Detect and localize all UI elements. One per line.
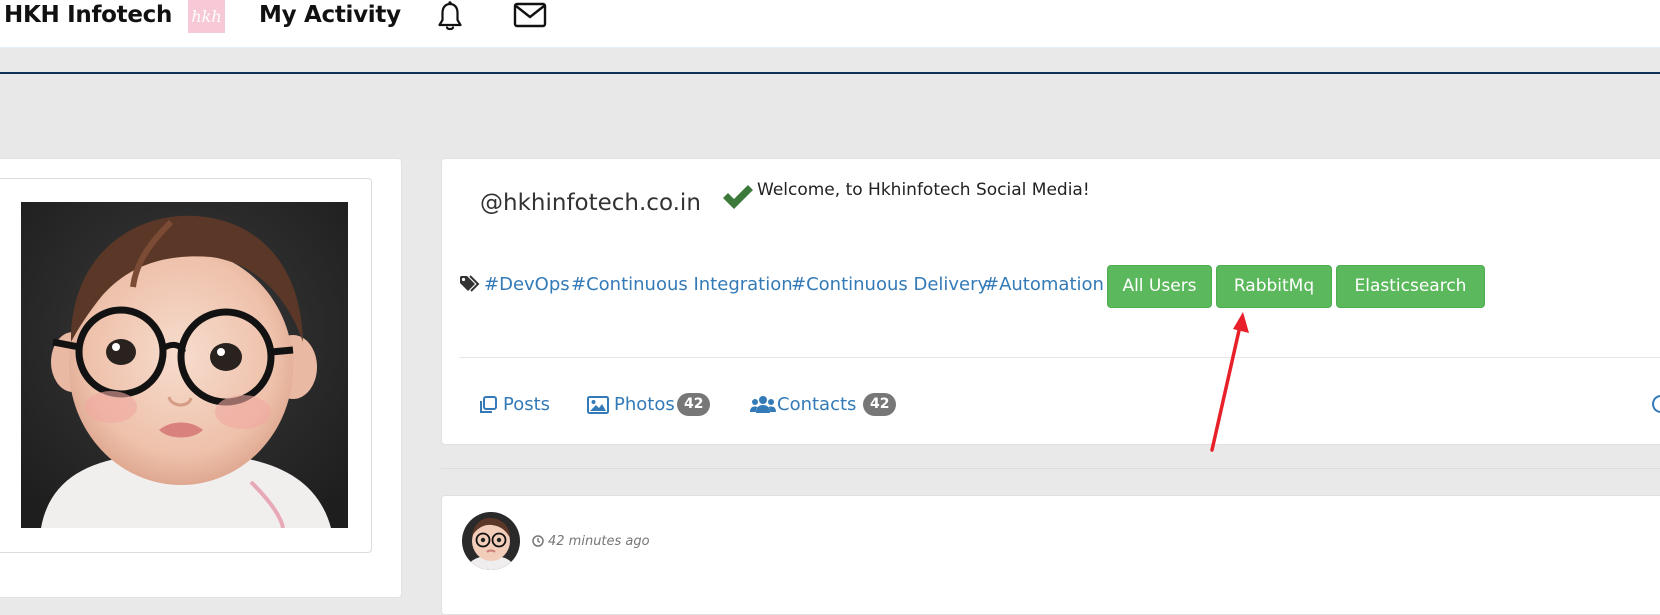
partial-edge-icon[interactable]	[1651, 394, 1660, 419]
tag-devops[interactable]: #DevOps	[484, 273, 570, 297]
post-card	[441, 495, 1660, 615]
envelope-icon[interactable]	[513, 1, 547, 34]
contacts-count-badge: 42	[863, 393, 897, 416]
top-navbar	[0, 0, 1660, 48]
tag-continuous-delivery[interactable]: #Continuous Delivery	[791, 273, 988, 297]
tab-posts[interactable]: Posts	[478, 393, 558, 421]
tab-photos[interactable]: Photos 42	[587, 393, 717, 421]
users-icon	[750, 396, 776, 413]
rabbitmq-button[interactable]: RabbitMq	[1216, 265, 1332, 308]
all-users-button[interactable]: All Users	[1107, 265, 1212, 308]
tab-contacts-label: Contacts	[777, 394, 857, 415]
elasticsearch-button[interactable]: Elasticsearch	[1336, 265, 1485, 308]
clock-icon	[532, 535, 544, 547]
tab-posts-label: Posts	[503, 394, 551, 415]
profile-handle: @hkhinfotech.co.in	[480, 190, 701, 216]
brand-logo[interactable]: hkh	[188, 0, 225, 33]
section-separator	[441, 468, 1660, 469]
profile-photo[interactable]	[21, 202, 348, 528]
photos-count-badge: 42	[677, 393, 711, 416]
cover-band	[0, 74, 1660, 160]
tag-continuous-integration[interactable]: #Continuous Integration	[571, 273, 793, 297]
brand-name[interactable]: HKH Infotech	[4, 0, 172, 30]
tags-icon	[459, 275, 481, 298]
tab-photos-label: Photos	[614, 394, 675, 415]
verified-check-icon	[721, 182, 755, 217]
my-activity-link[interactable]: My Activity	[259, 0, 401, 30]
post-author-avatar[interactable]	[462, 512, 520, 570]
logo-text: hkh	[191, 7, 222, 26]
posts-icon	[480, 396, 497, 413]
bell-icon[interactable]	[434, 0, 466, 37]
post-time-text: 42 minutes ago	[548, 534, 650, 549]
post-timestamp: 42 minutes ago	[532, 534, 650, 549]
card-divider	[459, 357, 1660, 358]
welcome-message: Welcome, to Hkhinfotech Social Media!	[757, 180, 1090, 200]
image-icon	[587, 396, 609, 414]
tag-automation[interactable]: #Automation	[984, 273, 1104, 297]
tab-contacts[interactable]: Contacts 42	[750, 393, 900, 421]
